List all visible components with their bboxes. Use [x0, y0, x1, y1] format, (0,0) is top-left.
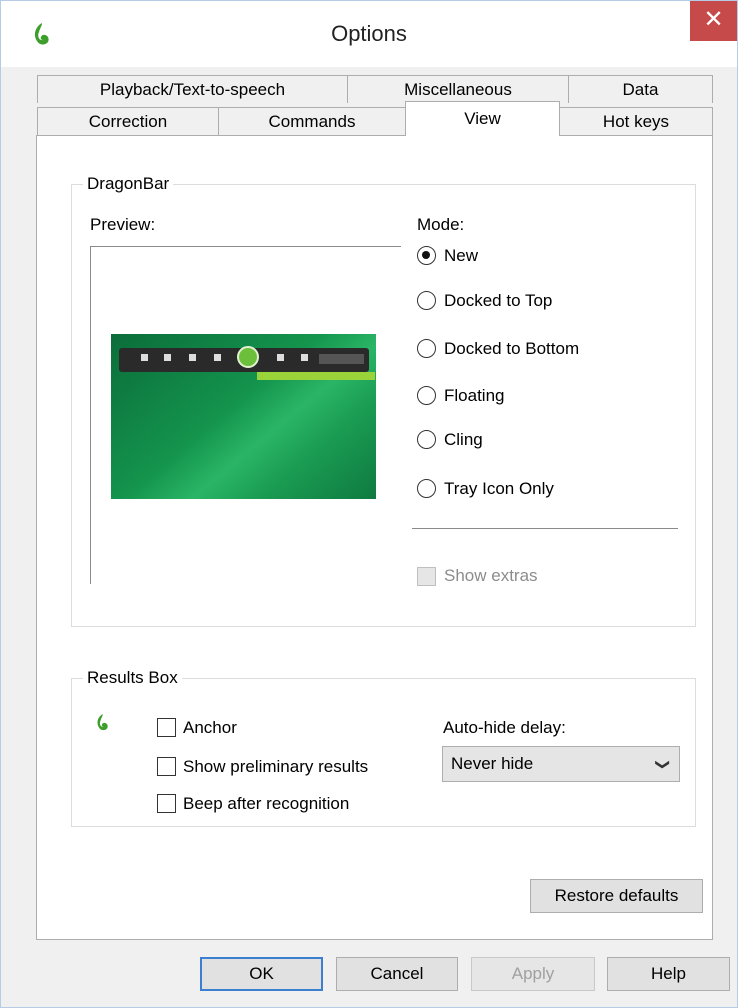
mode-floating-label[interactable]: Floating — [444, 386, 504, 406]
mode-label: Mode: — [417, 215, 465, 234]
mini-icon — [141, 354, 148, 361]
mini-icon — [214, 354, 221, 361]
mini-icon — [301, 354, 308, 361]
mode-separator — [412, 528, 678, 529]
close-icon: ✕ — [703, 6, 724, 33]
dragonbar-group-title: DragonBar — [83, 174, 174, 194]
mode-new-radio[interactable] — [417, 246, 436, 265]
autohide-delay-value: Never hide — [451, 754, 534, 773]
window-title: Options — [331, 21, 407, 46]
mini-icon — [189, 354, 196, 361]
tab-commands[interactable]: Commands — [218, 107, 406, 135]
mode-cling-label[interactable]: Cling — [444, 430, 483, 450]
tab-view[interactable]: View — [405, 101, 560, 136]
preview-frame-left — [90, 246, 91, 584]
tab-playback-text-to-speech[interactable]: Playback/Text-to-speech — [37, 75, 348, 103]
beep-label[interactable]: Beep after recognition — [183, 794, 349, 814]
mini-dropdown — [319, 354, 364, 364]
mode-cling-radio[interactable] — [417, 430, 436, 449]
tab-label: View — [464, 109, 501, 128]
mode-new-label[interactable]: New — [444, 246, 478, 266]
tab-label: Miscellaneous — [404, 80, 512, 99]
dragon-flame-icon — [97, 714, 108, 731]
apply-button[interactable]: Apply — [471, 957, 595, 991]
options-dialog: Options ✕ Playback/Text-to-speech Miscel… — [0, 0, 738, 1008]
autohide-label: Auto-hide delay: — [443, 718, 566, 737]
microphone-icon — [237, 346, 259, 368]
chevron-down-icon: ❯ — [655, 758, 672, 771]
results-box-group-title: Results Box — [83, 668, 182, 688]
title-bar[interactable]: Options ✕ — [1, 1, 737, 67]
tab-hot-keys[interactable]: Hot keys — [559, 107, 713, 135]
preview-label: Preview: — [90, 215, 156, 234]
mode-docked-top-radio[interactable] — [417, 291, 436, 310]
cancel-button[interactable]: Cancel — [336, 957, 458, 991]
autohide-delay-select[interactable]: Never hide ❯ — [442, 746, 680, 782]
tab-label: Commands — [268, 112, 356, 131]
show-preliminary-checkbox[interactable] — [157, 757, 176, 776]
mode-floating-radio[interactable] — [417, 386, 436, 405]
close-button[interactable]: ✕ — [690, 1, 737, 41]
tab-label: Correction — [88, 112, 168, 131]
help-button[interactable]: Help — [607, 957, 730, 991]
mode-docked-top-label[interactable]: Docked to Top — [444, 291, 552, 311]
tab-correction[interactable]: Correction — [37, 107, 219, 135]
mode-docked-bottom-radio[interactable] — [417, 339, 436, 358]
mode-docked-bottom-label[interactable]: Docked to Bottom — [444, 339, 579, 359]
restore-defaults-button[interactable]: Restore defaults — [530, 879, 703, 913]
dragonbar-mini — [119, 346, 375, 380]
mode-tray-icon-only-radio[interactable] — [417, 479, 436, 498]
mini-hint-bar — [257, 372, 375, 380]
tab-data[interactable]: Data — [568, 75, 713, 103]
tab-miscellaneous[interactable]: Miscellaneous — [347, 75, 569, 103]
mini-icon — [277, 354, 284, 361]
mode-tray-icon-only-label[interactable]: Tray Icon Only — [444, 479, 554, 499]
anchor-checkbox[interactable] — [157, 718, 176, 737]
beep-checkbox[interactable] — [157, 794, 176, 813]
anchor-label[interactable]: Anchor — [183, 718, 237, 738]
preview-frame-top — [90, 246, 401, 247]
tab-label: Hot keys — [602, 112, 670, 131]
mini-icon — [164, 354, 171, 361]
show-extras-checkbox[interactable] — [417, 567, 436, 586]
tab-label: Data — [622, 80, 659, 99]
show-extras-label[interactable]: Show extras — [444, 566, 538, 586]
dragonbar-preview-image — [111, 334, 376, 499]
show-preliminary-label[interactable]: Show preliminary results — [183, 757, 368, 777]
tab-label: Playback/Text-to-speech — [99, 80, 286, 99]
ok-button[interactable]: OK — [200, 957, 323, 991]
